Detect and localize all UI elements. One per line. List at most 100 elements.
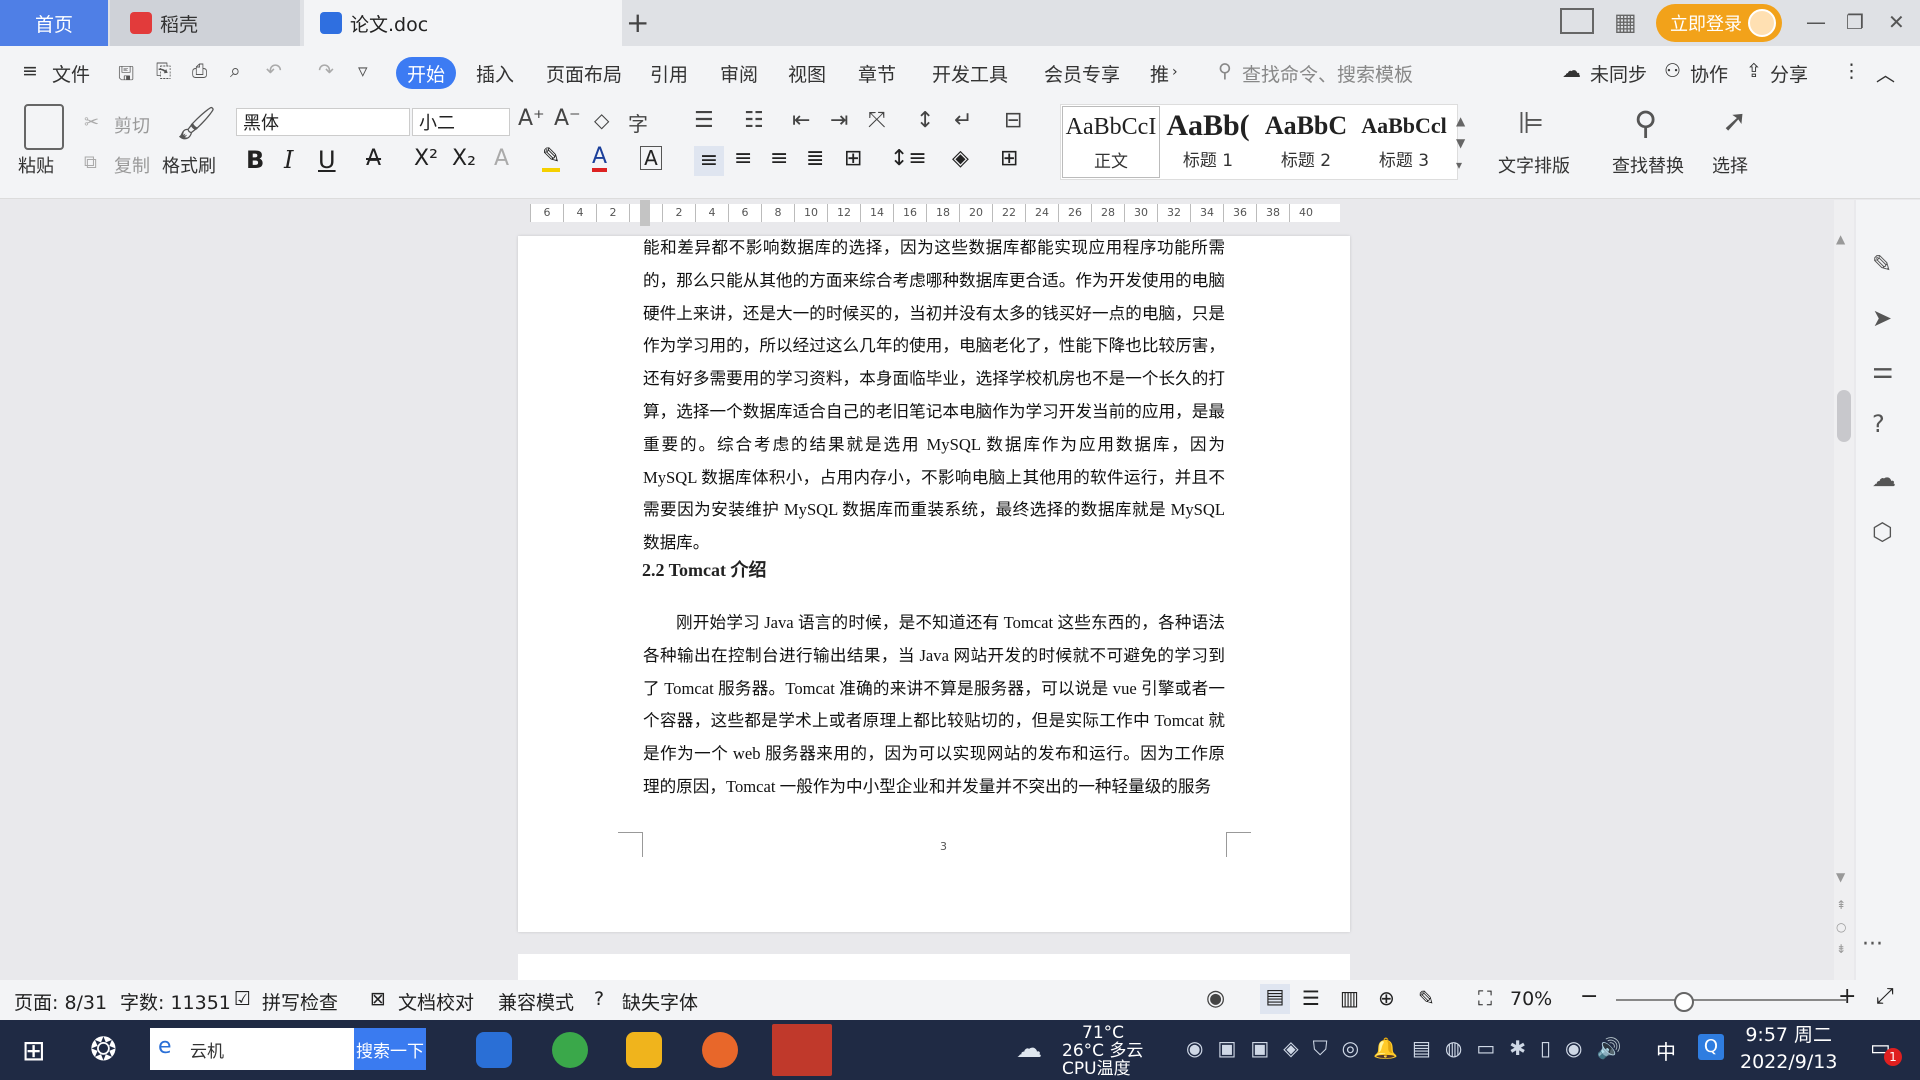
shading-icon[interactable]: ◈: [952, 146, 969, 171]
menu-page-layout[interactable]: 页面布局: [546, 60, 622, 87]
undo-icon[interactable]: ↶: [266, 60, 282, 82]
line-break-icon[interactable]: ↵: [954, 108, 972, 133]
distribute-icon[interactable]: ⊞: [844, 146, 862, 171]
text-layout-button[interactable]: 文字排版: [1498, 152, 1570, 178]
find-replace-button[interactable]: 查找替换: [1612, 152, 1684, 178]
taskbar-clock[interactable]: 9:57 周二 2022/9/13: [1740, 1022, 1837, 1076]
help-icon[interactable]: ?: [1872, 410, 1885, 438]
pointer-icon[interactable]: ➤: [1872, 304, 1892, 332]
font-color-icon[interactable]: A: [592, 146, 608, 172]
style-normal[interactable]: AaBbCcI 正文: [1062, 106, 1160, 178]
clear-format-icon[interactable]: ◇: [594, 108, 609, 132]
menu-devtools[interactable]: 开发工具: [932, 60, 1008, 87]
menu-view[interactable]: 视图: [788, 60, 826, 87]
tab-daoke[interactable]: 稻壳: [110, 0, 300, 46]
hamburger-icon[interactable]: ≡: [22, 60, 38, 82]
security-icon[interactable]: ⬡: [1872, 518, 1893, 546]
copy-button[interactable]: 复制: [114, 152, 150, 178]
italic-icon[interactable]: I: [284, 146, 293, 174]
scroll-up-icon[interactable]: ▲: [1836, 232, 1845, 246]
sort-icon[interactable]: ↕: [916, 108, 934, 133]
cut-button[interactable]: 剪切: [114, 112, 150, 138]
missing-font-button[interactable]: 缺失字体: [622, 988, 698, 1015]
align-center-icon[interactable]: ≡: [734, 146, 752, 171]
menu-insert[interactable]: 插入: [476, 60, 514, 87]
collab-button[interactable]: 协作: [1690, 60, 1728, 87]
close-icon[interactable]: ✕: [1888, 10, 1905, 34]
menu-review[interactable]: 审阅: [720, 60, 758, 87]
file-explorer-icon[interactable]: [626, 1032, 662, 1068]
menu-references[interactable]: 引用: [650, 60, 688, 87]
cortana-icon[interactable]: ❂: [90, 1030, 117, 1068]
style-heading-3[interactable]: AaBbCcl 标题 3: [1356, 106, 1452, 176]
doc-proof-button[interactable]: 文档校对: [398, 988, 474, 1015]
vertical-scrollbar[interactable]: [1834, 200, 1854, 980]
font-size-select[interactable]: 小二: [412, 108, 510, 136]
adjust-icon[interactable]: ⚌: [1872, 356, 1894, 384]
align-right-icon[interactable]: ≡: [770, 146, 788, 171]
wps-writer-icon[interactable]: [772, 1024, 832, 1076]
char-border-icon[interactable]: A: [640, 146, 662, 170]
page-nav-icon[interactable]: ⇞ ○ ⇟: [1836, 894, 1846, 960]
word-count[interactable]: 字数: 11351: [120, 988, 231, 1015]
fullscreen-icon[interactable]: ⤢: [1876, 984, 1894, 1009]
new-tab-button[interactable]: +: [626, 6, 649, 39]
paragraph-mysql[interactable]: 能和差异都不影响数据库的选择，因为这些数据库都能实现应用程序功能所需的，那么只能…: [643, 232, 1225, 560]
zoom-out-icon[interactable]: −: [1580, 984, 1598, 1009]
zoom-slider-handle[interactable]: [1674, 992, 1694, 1012]
increase-indent-icon[interactable]: ⇥: [830, 108, 848, 133]
scrollbar-thumb[interactable]: [1837, 390, 1851, 442]
paste-icon[interactable]: [24, 104, 64, 150]
horizontal-ruler[interactable]: 6 4 2 2 4 6 8 10 12 14 16 18 20 22 24 26 28 30 32 34 36 38 40: [530, 204, 1340, 222]
shrink-font-icon[interactable]: A⁻: [554, 106, 581, 131]
customize-toolbar-icon[interactable]: ▿: [358, 60, 368, 82]
cloud-doc-icon[interactable]: ☁: [1872, 464, 1896, 492]
line-spacing-icon[interactable]: ↕≡: [890, 146, 927, 171]
zoom-level[interactable]: 70%: [1510, 988, 1552, 1010]
chevron-right-icon[interactable]: ›: [1172, 64, 1178, 80]
phonetic-guide-icon[interactable]: 字: [628, 108, 648, 137]
export-icon[interactable]: ⎘: [156, 60, 171, 82]
menu-start[interactable]: 开始: [396, 57, 456, 89]
tab-document[interactable]: 论文.doc: [304, 0, 622, 46]
360-browser-icon[interactable]: [552, 1032, 588, 1068]
zoom-in-icon[interactable]: +: [1838, 984, 1856, 1009]
spell-check-button[interactable]: 拼写检查: [262, 988, 338, 1015]
zoom-slider[interactable]: [1616, 999, 1846, 1001]
superscript-icon[interactable]: X²: [414, 146, 438, 171]
menu-more[interactable]: 推: [1150, 60, 1169, 87]
save-icon[interactable]: 🖫: [118, 60, 134, 92]
text-effect-icon[interactable]: A: [494, 146, 509, 171]
menu-chapter[interactable]: 章节: [858, 60, 896, 87]
login-button[interactable]: 立即登录: [1656, 4, 1782, 42]
command-search-input[interactable]: 查找命令、搜索模板: [1242, 60, 1413, 87]
taskbar-search-button[interactable]: 搜索一下: [354, 1028, 426, 1070]
tabs-ruler-icon[interactable]: ⊟: [1004, 108, 1022, 133]
share-button[interactable]: 分享: [1770, 60, 1808, 87]
borders-icon[interactable]: ⊞: [1000, 146, 1018, 171]
underline-icon[interactable]: U: [318, 146, 336, 174]
numbered-list-icon[interactable]: ☷: [744, 108, 764, 133]
scroll-down-icon[interactable]: ▼: [1836, 870, 1845, 884]
outline-view-icon[interactable]: ☰: [1302, 986, 1320, 1010]
menu-vip[interactable]: 会员专享: [1044, 60, 1120, 87]
more-options-icon[interactable]: ···: [1862, 932, 1883, 957]
ie-browser-icon[interactable]: [476, 1032, 512, 1068]
tab-home[interactable]: 首页: [0, 0, 108, 46]
style-heading-2[interactable]: AaBbC 标题 2: [1258, 106, 1354, 176]
reading-layout-icon[interactable]: [1560, 8, 1594, 34]
more-options-icon[interactable]: ⋮: [1842, 60, 1861, 82]
eye-protection-icon[interactable]: ◉: [1206, 986, 1225, 1011]
section-heading[interactable]: 2.2 Tomcat 介绍: [642, 556, 767, 582]
format-painter-button[interactable]: 格式刷: [162, 152, 216, 178]
paragraph-tomcat[interactable]: 刚开始学习 Java 语言的时候，是不知道还有 Tomcat 这些东西的，各种语…: [643, 607, 1225, 804]
bold-icon[interactable]: B: [246, 146, 264, 174]
taskbar-search-input[interactable]: 云机: [150, 1028, 354, 1070]
web-view-icon[interactable]: ⊕: [1378, 986, 1395, 1010]
bullet-list-icon[interactable]: ☰: [694, 108, 714, 133]
app-icon[interactable]: [702, 1032, 738, 1068]
minimize-icon[interactable]: —: [1806, 10, 1826, 34]
page-indicator[interactable]: 页面: 8/31: [14, 988, 107, 1015]
print-preview-icon[interactable]: ⌕: [230, 60, 241, 82]
fit-page-icon[interactable]: ⛶: [1478, 986, 1492, 1010]
